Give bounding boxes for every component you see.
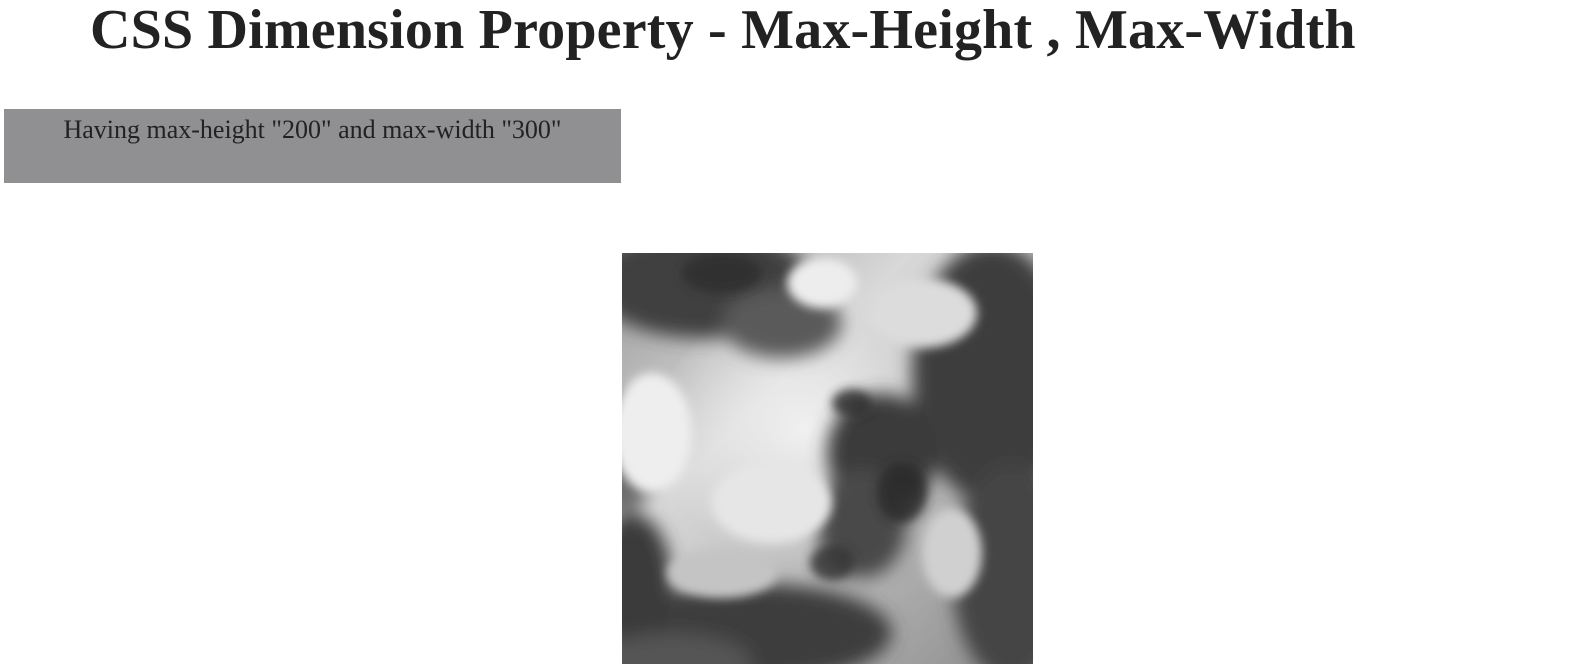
cloud-image bbox=[622, 253, 1033, 664]
cloud-photo-graphic bbox=[622, 253, 1033, 664]
page-title: CSS Dimension Property - Max-Height , Ma… bbox=[90, 0, 1356, 61]
max-dimension-demo-box: Having max-height "200" and max-width "3… bbox=[4, 109, 621, 183]
